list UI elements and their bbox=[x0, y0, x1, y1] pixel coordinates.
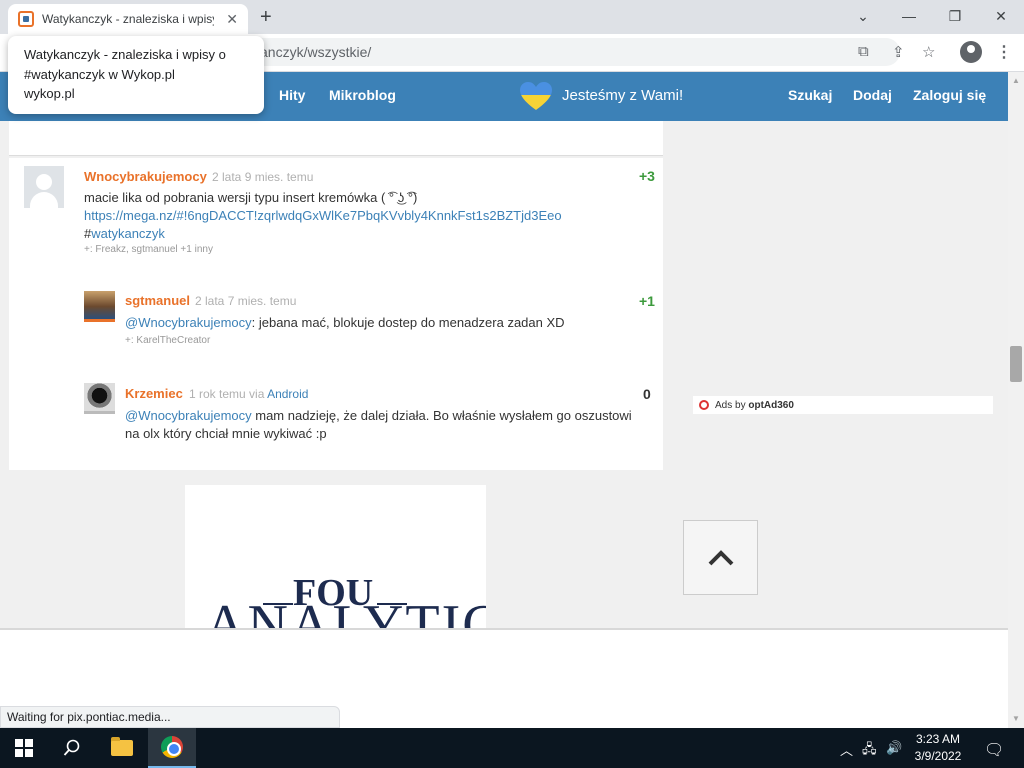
avatar[interactable] bbox=[84, 291, 115, 322]
close-window-button[interactable]: ✕ bbox=[978, 4, 1024, 28]
comment-meta: 1 rok temu via Android bbox=[189, 387, 308, 401]
notifications-icon[interactable]: 🗨 bbox=[984, 740, 1004, 760]
translate-icon[interactable]: ⧉ bbox=[858, 43, 869, 60]
browser-tab[interactable]: Watykanczyk - znaleziska i wpisy ✕ bbox=[8, 4, 248, 34]
comment-body: @Wnocybrakujemocy: jebana mać, blokuje d… bbox=[125, 314, 645, 332]
volume-icon[interactable]: 🔊 bbox=[886, 740, 902, 756]
browser-menu-icon[interactable]: ⋮ bbox=[996, 42, 1012, 62]
comment-author[interactable]: sgtmanuel bbox=[125, 293, 190, 308]
tab-title: Watykanczyk - znaleziska i wpisy bbox=[42, 12, 214, 26]
tab-hover-tooltip: Watykanczyk - znaleziska i wpisy o #waty… bbox=[8, 36, 264, 114]
comment-body: macie lika od pobrania wersji typu inser… bbox=[84, 189, 644, 243]
tray-overflow-chevron-icon[interactable]: ︿ bbox=[840, 740, 853, 759]
ukraine-support-text[interactable]: Jesteśmy z Wami! bbox=[562, 87, 683, 104]
ukraine-heart-icon bbox=[520, 82, 552, 110]
nav-zaloguj[interactable]: Zaloguj się bbox=[913, 87, 986, 103]
restore-button[interactable]: ❐ bbox=[932, 4, 978, 28]
avatar[interactable] bbox=[24, 166, 64, 208]
ads-brand: optAd360 bbox=[748, 399, 794, 411]
hashtag-watykanczyk[interactable]: watykanczyk bbox=[91, 226, 165, 241]
ads-label-bar[interactable]: Ads by optAd360 bbox=[693, 396, 993, 414]
wykop-favicon-icon bbox=[18, 11, 34, 27]
minimize-button[interactable]: — bbox=[886, 4, 932, 28]
mention-link[interactable]: @Wnocybrakujemocy bbox=[125, 315, 252, 330]
fou-analytics-ad[interactable]: FOU ANALYTICS bbox=[185, 485, 486, 628]
comments-card: Wnocybrakujemocy 2 lata 9 mies. temu +3 … bbox=[9, 158, 663, 470]
comment-time[interactable]: 2 lata 7 mies. temu bbox=[195, 294, 296, 308]
nav-szukaj[interactable]: Szukaj bbox=[788, 87, 832, 103]
search-button[interactable] bbox=[48, 728, 96, 768]
plus-voters[interactable]: +: KarelTheCreator bbox=[125, 335, 210, 346]
comment-time[interactable]: 1 rok temu bbox=[189, 387, 246, 401]
start-button[interactable] bbox=[0, 728, 48, 768]
comment-vote[interactable]: +3 bbox=[639, 168, 655, 184]
scroll-up-arrow-icon[interactable]: ▲ bbox=[1012, 76, 1020, 85]
tab-search-chevron-icon[interactable]: ⌄ bbox=[840, 4, 886, 28]
tab-close-icon[interactable]: ✕ bbox=[226, 11, 238, 28]
clock-date: 3/9/2022 bbox=[914, 749, 962, 763]
ads-by-text: Ads by bbox=[715, 399, 746, 411]
chrome-taskbar-button[interactable] bbox=[148, 728, 196, 768]
previous-entry-card bbox=[9, 121, 663, 156]
url-text: anczyk/wszystkie/ bbox=[260, 44, 372, 60]
optad-logo-icon bbox=[699, 400, 709, 410]
comment-author[interactable]: Wnocybrakujemocy bbox=[84, 169, 207, 184]
chrome-icon bbox=[161, 736, 183, 758]
comment-vote[interactable]: 0 bbox=[643, 386, 651, 402]
plus-voters[interactable]: +: Freakz, sgtmanuel +1 inny bbox=[84, 244, 213, 255]
mega-link[interactable]: https://mega.nz/#!6ngDACCT!zqrlwdqGxWlKe… bbox=[84, 208, 562, 223]
tooltip-title-line2: #watykanczyk w Wykop.pl bbox=[24, 67, 175, 82]
chevron-up-icon bbox=[708, 549, 733, 565]
bookmark-star-icon[interactable]: ☆ bbox=[922, 43, 935, 61]
tooltip-domain: wykop.pl bbox=[24, 86, 75, 101]
nav-hity[interactable]: Hity bbox=[279, 87, 305, 103]
mention-link[interactable]: @Wnocybrakujemocy bbox=[125, 408, 252, 423]
tab-strip: Watykanczyk - znaleziska i wpisy ✕ + ⌄ —… bbox=[0, 0, 1024, 34]
scrollbar-thumb[interactable] bbox=[1010, 346, 1022, 382]
network-icon[interactable]: 🖧 bbox=[862, 740, 877, 762]
via-label: via bbox=[249, 387, 265, 401]
avatar[interactable] bbox=[84, 383, 115, 414]
scroll-down-arrow-icon[interactable]: ▼ bbox=[1012, 714, 1020, 723]
scroll-to-top-button[interactable] bbox=[683, 520, 758, 595]
clock-time: 3:23 AM bbox=[915, 732, 961, 746]
comment-text: mam nadzieję, że dalej działa. Bo właśni… bbox=[251, 408, 632, 423]
comment-vote[interactable]: +1 bbox=[639, 293, 655, 309]
folder-icon bbox=[111, 737, 133, 756]
via-app-link[interactable]: Android bbox=[267, 387, 308, 401]
windows-taskbar: ︿ 🖧 🔊 3:23 AM 3/9/2022 🗨 bbox=[0, 728, 1024, 768]
page-scrollbar[interactable] bbox=[1008, 72, 1024, 728]
profile-icon[interactable] bbox=[960, 41, 982, 63]
ad-brand-bottom: ANALYTICS bbox=[205, 594, 486, 628]
nav-dodaj[interactable]: Dodaj bbox=[853, 87, 892, 103]
file-explorer-button[interactable] bbox=[98, 728, 146, 768]
comment-text-line2: na olx który chciał mnie wykiwać :p bbox=[125, 426, 327, 441]
comment-text: macie lika od pobrania wersji typu inser… bbox=[84, 190, 418, 205]
comment-author[interactable]: Krzemiec bbox=[125, 386, 183, 401]
comment-time[interactable]: 2 lata 9 mies. temu bbox=[212, 170, 313, 184]
nav-mikroblog[interactable]: Mikroblog bbox=[329, 87, 396, 103]
share-icon[interactable]: ⇪ bbox=[892, 43, 905, 61]
windows-logo-icon bbox=[15, 739, 33, 757]
tooltip-title-line1: Watykanczyk - znaleziska i wpisy o bbox=[24, 47, 226, 62]
taskbar-clock[interactable]: 3:23 AM 3/9/2022 bbox=[906, 731, 970, 765]
new-tab-button[interactable]: + bbox=[260, 6, 272, 29]
status-bar: Waiting for pix.pontiac.media... bbox=[0, 706, 340, 728]
search-icon bbox=[63, 739, 80, 756]
comment-text: : jebana mać, blokuje dostep do menadzer… bbox=[251, 315, 565, 330]
comment-body: @Wnocybrakujemocy mam nadzieję, że dalej… bbox=[125, 407, 645, 443]
